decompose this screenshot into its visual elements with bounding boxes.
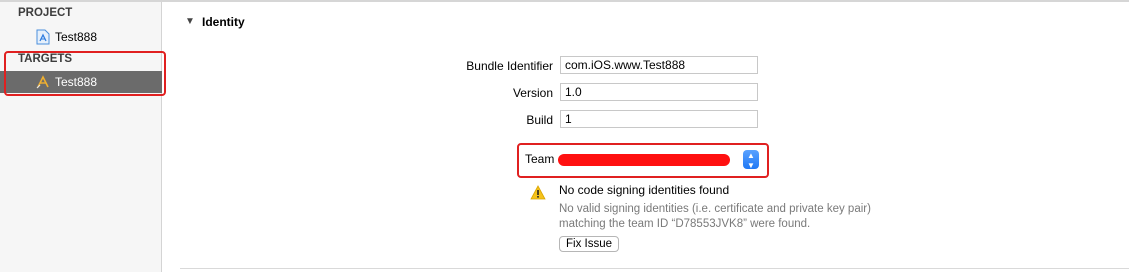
sidebar-item-project[interactable]: Test888 xyxy=(0,26,162,48)
build-field[interactable]: 1 xyxy=(560,110,758,128)
project-file-icon xyxy=(36,29,50,45)
disclosure-triangle-icon[interactable]: ▼ xyxy=(185,16,195,27)
version-label: Version xyxy=(512,86,553,100)
version-field[interactable]: 1.0 xyxy=(560,83,758,101)
sidebar: PROJECT Test888 TARGETS Test888 xyxy=(0,2,166,272)
main-panel: ▼ Identity Bundle Identifier com.iOS.www… xyxy=(162,2,1129,272)
build-label: Build xyxy=(526,113,553,127)
project-section-header: PROJECT xyxy=(18,7,73,19)
annotation-box-team xyxy=(517,143,769,178)
warning-icon xyxy=(530,185,546,200)
warning-description: No valid signing identities (i.e. certif… xyxy=(559,203,871,230)
warning-title: No code signing identities found xyxy=(559,183,730,197)
sidebar-item-label: Test888 xyxy=(55,30,98,44)
annotation-box-targets xyxy=(4,51,166,96)
section-divider xyxy=(180,268,1129,269)
section-title: Identity xyxy=(202,15,245,29)
bundle-identifier-field[interactable]: com.iOS.www.Test888 xyxy=(560,56,758,74)
fix-issue-button[interactable]: Fix Issue xyxy=(559,236,620,252)
bundle-identifier-label: Bundle Identifier xyxy=(466,59,553,73)
